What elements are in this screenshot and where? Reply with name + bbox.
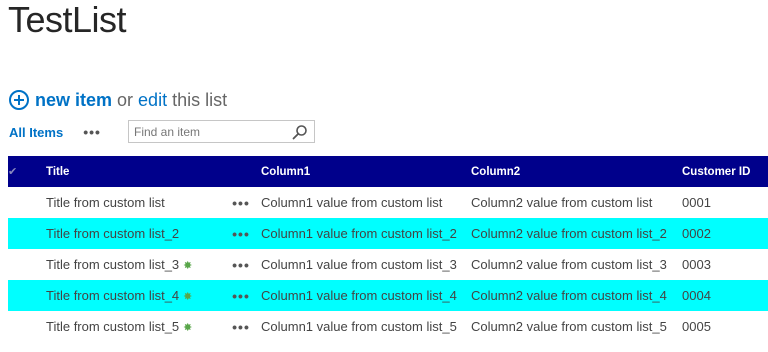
search-icon[interactable] <box>292 124 308 140</box>
column-header-title[interactable]: Title <box>36 156 231 187</box>
column-header-column2[interactable]: Column2 <box>461 156 672 187</box>
edit-list-link[interactable]: edit <box>138 90 167 111</box>
title-cell[interactable]: Title from custom list <box>36 187 231 218</box>
column-header-customer-id[interactable]: Customer ID <box>672 156 768 187</box>
item-title-link[interactable]: Title from custom list_5 <box>46 319 179 334</box>
title-cell[interactable]: Title from custom list_3 ✸ <box>36 249 231 280</box>
column2-cell: Column2 value from custom list_2 <box>461 218 672 249</box>
customer-id-cell: 0004 <box>672 280 768 311</box>
customer-id-cell: 0002 <box>672 218 768 249</box>
column2-cell: Column2 value from custom list_4 <box>461 280 672 311</box>
row-ellipsis-icon[interactable]: ••• <box>231 319 251 335</box>
new-item-icon: ✸ <box>183 260 193 272</box>
title-cell[interactable]: Title from custom list_2 <box>36 218 231 249</box>
column1-cell: Column1 value from custom list_4 <box>251 280 461 311</box>
item-title-link[interactable]: Title from custom list_4 <box>46 288 179 303</box>
new-item-link[interactable]: new item <box>35 90 112 111</box>
row-ellipsis-icon[interactable]: ••• <box>231 226 251 242</box>
column2-cell: Column2 value from custom list_3 <box>471 257 667 272</box>
search-box <box>128 120 315 143</box>
search-input[interactable] <box>129 124 289 139</box>
customer-id-cell: 0001 <box>682 195 711 210</box>
row-ellipsis-icon[interactable]: ••• <box>231 195 251 211</box>
or-text: or <box>117 89 134 110</box>
row-select-cell[interactable] <box>8 280 36 311</box>
table-header-row: ✔ Title Column1 Column2 Customer ID <box>8 156 768 187</box>
all-items-view-link[interactable]: All Items <box>9 125 63 140</box>
table-row[interactable]: Title from custom list_3 ✸ ••• Column1 valu… <box>8 249 768 280</box>
select-all-cell[interactable]: ✔ <box>8 156 36 187</box>
page-title: TestList <box>8 0 127 40</box>
row-menu-cell: ••• <box>231 311 251 342</box>
view-bar: All Items ••• <box>9 120 319 144</box>
item-title-link[interactable]: Title from custom list <box>46 195 165 210</box>
column-header-column1[interactable]: Column1 <box>251 156 461 187</box>
row-select-cell[interactable] <box>8 218 36 249</box>
table-row[interactable]: Title from custom list_2 ••• Column1 value… <box>8 218 768 249</box>
checkmark-icon[interactable]: ✔ <box>8 166 17 178</box>
row-menu-cell: ••• <box>231 280 251 311</box>
view-more-options-icon[interactable]: ••• <box>83 124 101 140</box>
row-menu-cell: ••• <box>231 218 251 249</box>
table-body: Title from custom list ••• Column1 value f… <box>8 187 768 342</box>
row-select-cell[interactable] <box>8 187 36 218</box>
column1-cell: Column1 value from custom list <box>261 195 443 210</box>
title-cell[interactable]: Title from custom list_5 ✸ <box>36 311 231 342</box>
column-header-menu <box>231 156 251 187</box>
plus-circle-icon[interactable] <box>9 90 29 110</box>
column1-cell: Column1 value from custom list_2 <box>251 218 461 249</box>
row-select-cell[interactable] <box>8 249 36 280</box>
new-item-icon: ✸ <box>183 291 193 303</box>
row-select-cell[interactable] <box>8 311 36 342</box>
list-table: ✔ Title Column1 Column2 Customer ID Titl… <box>8 156 768 342</box>
table-row[interactable]: Title from custom list ••• Column1 value f… <box>8 187 768 218</box>
item-title-link[interactable]: Title from custom list_2 <box>46 226 179 241</box>
row-menu-cell: ••• <box>231 249 251 280</box>
row-menu-cell: ••• <box>231 187 251 218</box>
table-row[interactable]: Title from custom list_4 ✸ ••• Column1 valu… <box>8 280 768 311</box>
new-item-icon: ✸ <box>183 322 193 334</box>
item-title-link[interactable]: Title from custom list_3 <box>46 257 179 272</box>
table-row[interactable]: Title from custom list_5 ✸ ••• Column1 valu… <box>8 311 768 342</box>
column2-cell: Column2 value from custom list_5 <box>471 319 667 334</box>
row-ellipsis-icon[interactable]: ••• <box>231 288 251 304</box>
this-list-text: this list <box>172 89 228 110</box>
column1-cell: Column1 value from custom list_3 <box>261 257 457 272</box>
customer-id-cell: 0003 <box>682 257 711 272</box>
customer-id-cell: 0005 <box>682 319 711 334</box>
title-cell[interactable]: Title from custom list_4 ✸ <box>36 280 231 311</box>
row-ellipsis-icon[interactable]: ••• <box>231 257 251 273</box>
command-bar: new item or edit this list <box>9 88 232 112</box>
column1-cell: Column1 value from custom list_5 <box>261 319 457 334</box>
column2-cell: Column2 value from custom list <box>471 195 653 210</box>
